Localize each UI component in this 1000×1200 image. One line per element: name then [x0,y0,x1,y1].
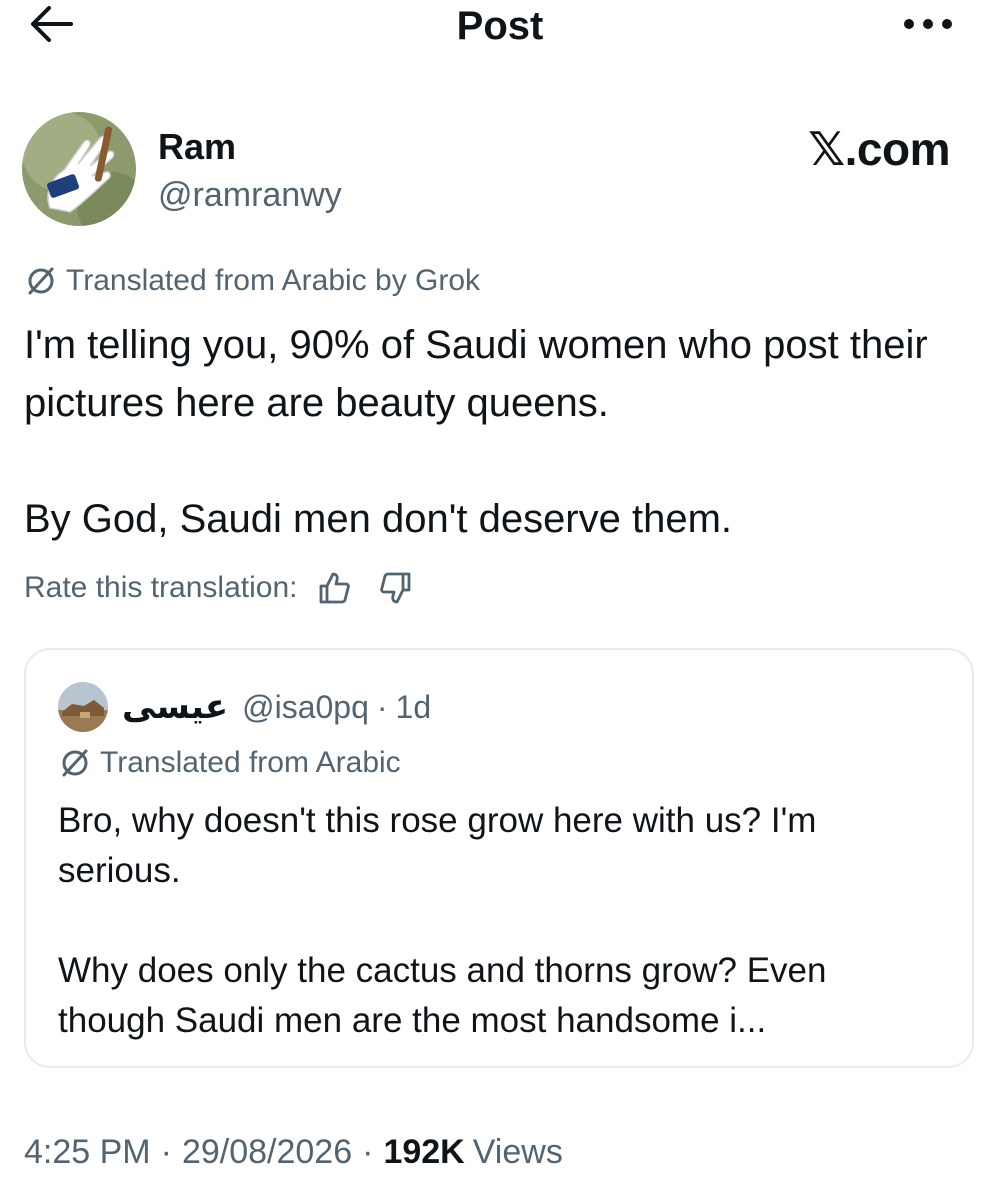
translation-note: Translated from Arabic by Grok [24,262,480,300]
avatar[interactable] [22,112,136,226]
views-count[interactable]: 192K [383,1130,464,1174]
translate-slash-icon [58,746,92,780]
post-text: I'm telling you, 90% of Saudi women who … [24,316,964,548]
post-paragraph: I'm telling you, 90% of Saudi women who … [24,323,928,425]
translate-slash-icon [24,264,58,298]
post-meta: 4:25 PM · 29/08/2026 · 192K Views [24,1130,563,1174]
thumbs-down-button[interactable] [373,566,417,610]
separator: · [362,1133,374,1171]
separator: · [376,689,388,725]
rate-translation: Rate this translation: [24,566,417,610]
quoted-handle: @isa0pq [242,689,369,725]
more-options-button[interactable] [896,4,960,48]
quoted-paragraph: Why does only the cactus and thorns grow… [58,951,827,1040]
watermark: 𝕏.com [808,123,950,175]
thumbs-down-icon [380,572,411,604]
post-date[interactable]: 29/08/2026 [182,1130,352,1174]
rate-translation-label: Rate this translation: [24,571,298,604]
post-time[interactable]: 4:25 PM [24,1130,151,1174]
views-label: Views [472,1133,563,1171]
thumbs-up-button[interactable] [313,566,357,610]
quoted-avatar [58,682,108,732]
quoted-translation-label: Translated from Arabic [100,746,401,779]
more-horizontal-icon [903,17,953,35]
quoted-post[interactable]: عيسى @isa0pq · 1d Translated from Arabic… [24,648,974,1068]
quoted-post-header: عيسى @isa0pq · 1d [58,682,431,732]
author-handle[interactable]: @ramranwy [158,175,342,215]
post-paragraph: By God, Saudi men don't deserve them. [24,497,733,541]
page-title: Post [456,4,544,48]
translation-note-label: Translated from Arabic by Grok [66,264,481,297]
quoted-paragraph: Bro, why doesn't this rose grow here wit… [58,801,817,890]
quoted-translation-note: Translated from Arabic [58,744,401,782]
separator: · [160,1133,172,1171]
quoted-timestamp: 1d [395,689,432,725]
quoted-display-name: عيسى [122,688,229,726]
author-display-name[interactable]: Ram [158,126,236,168]
quoted-post-text: Bro, why doesn't this rose grow here wit… [58,796,938,1046]
thumbs-up-icon [320,572,351,604]
